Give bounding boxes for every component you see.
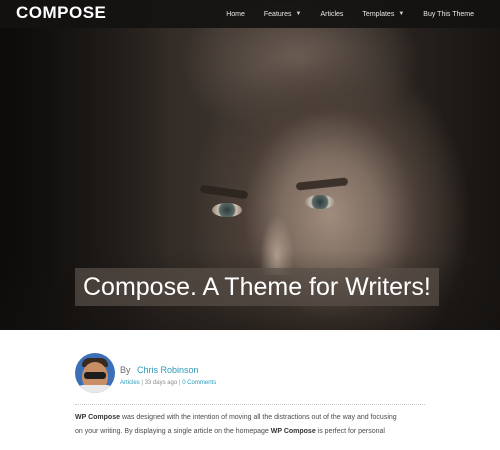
hero-title[interactable]: Compose. A Theme for Writers!: [75, 268, 439, 306]
nav-item-label: Articles: [320, 10, 344, 18]
nav-item-label: Templates: [362, 10, 395, 18]
divider: [75, 404, 425, 405]
main-nav: Home Features ▼ Articles Templates ▼ Buy…: [226, 0, 500, 28]
excerpt-text: on your writing. By displaying a single …: [75, 428, 271, 435]
post-meta: Articles | 33 days ago | 0 Comments: [120, 380, 216, 386]
excerpt-text: was designed with the intention of movin…: [120, 414, 397, 421]
author-byline: By Chris Robinson: [120, 365, 199, 375]
hero-face-eye-right: [305, 195, 335, 209]
site-logo[interactable]: COMPOSE: [16, 3, 106, 23]
excerpt-text: is perfect for personal: [315, 428, 385, 435]
hero-face-brow-right: [295, 177, 349, 191]
post-date: 33 days ago: [144, 380, 178, 386]
top-navbar: COMPOSE Home Features ▼ Articles Templat…: [0, 0, 500, 28]
hero-face-eye-left: [212, 203, 242, 217]
nav-item-features[interactable]: Features ▼: [264, 11, 302, 18]
chevron-down-icon: ▼: [398, 11, 405, 17]
meta-separator: |: [178, 380, 181, 386]
brand-name: WP Compose: [75, 414, 120, 421]
nav-item-buy-theme[interactable]: Buy This Theme: [423, 11, 474, 18]
nav-item-label: Buy This Theme: [423, 10, 474, 18]
author-avatar[interactable]: [75, 353, 115, 393]
nav-item-articles[interactable]: Articles: [320, 11, 343, 18]
sunglasses-icon: [84, 372, 106, 379]
hero-face-brow-left: [199, 184, 249, 200]
chevron-down-icon: ▼: [295, 11, 302, 17]
meta-separator: |: [141, 380, 143, 386]
nav-item-label: Features: [263, 10, 292, 18]
comments-link[interactable]: 0 Comments: [182, 380, 216, 386]
category-link[interactable]: Articles: [120, 380, 140, 386]
article-excerpt: WP Compose was designed with the intenti…: [75, 411, 435, 439]
nav-item-templates[interactable]: Templates ▼: [362, 11, 404, 18]
byline-prefix: By: [120, 365, 131, 375]
hero-image: Compose. A Theme for Writers!: [0, 0, 500, 330]
brand-name: WP Compose: [270, 428, 316, 435]
nav-item-label: Home: [226, 10, 245, 18]
author-name-link[interactable]: Chris Robinson: [137, 365, 199, 375]
nav-item-home[interactable]: Home: [226, 11, 245, 18]
